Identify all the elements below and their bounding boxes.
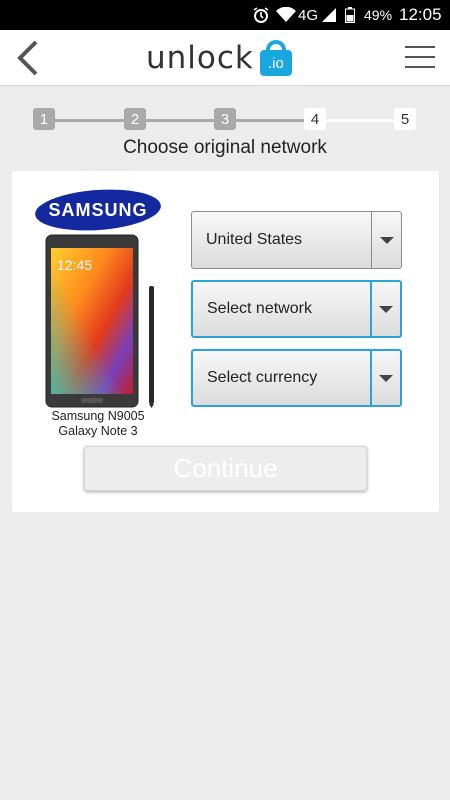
progress-stepper: 1 2 3 4 5 <box>0 108 450 134</box>
dropdown-arrow-icon[interactable] <box>370 351 400 405</box>
phone-screen-time: 12:45 <box>57 257 92 273</box>
network-select[interactable]: Select network <box>191 280 402 338</box>
hamburger-menu-icon[interactable] <box>405 42 439 72</box>
page-title: Choose original network <box>123 137 327 158</box>
phone-image: 12:45 <box>45 234 154 408</box>
battery-percent: 49% <box>364 7 393 23</box>
step-4: 4 <box>304 108 326 130</box>
brand-logo-text: SAMSUNG <box>48 200 147 220</box>
step-1: 1 <box>33 108 55 130</box>
device-model-line1: Samsung N9005 <box>51 409 145 423</box>
step-3: 3 <box>214 108 236 130</box>
network-select-value: Select network <box>207 300 312 317</box>
chevron-left-icon <box>17 40 38 76</box>
device-model-line2: Galaxy Note 3 <box>58 424 138 438</box>
logo-badge: .io <box>267 54 284 72</box>
step-2: 2 <box>124 108 146 130</box>
logo-text: unlock <box>146 40 254 76</box>
device-model-caption: Samsung N9005 Galaxy Note 3 <box>30 409 166 439</box>
signal-icon <box>322 0 336 30</box>
dropdown-arrow-icon[interactable] <box>371 212 401 268</box>
lock-icon: .io <box>258 40 294 76</box>
battery-icon <box>345 0 355 30</box>
unlock-form-card: SAMSUNG 12:45 Samsung N9005 Galaxy Note … <box>12 171 439 512</box>
country-select[interactable]: United States <box>191 211 402 269</box>
samsung-logo: SAMSUNG <box>35 189 161 231</box>
wifi-icon <box>276 0 296 30</box>
status-bar: 4G 49% 12:05 <box>0 0 450 30</box>
step-5: 5 <box>394 108 416 130</box>
clock: 12:05 <box>399 5 442 24</box>
dropdown-arrow-icon[interactable] <box>370 282 400 336</box>
continue-button[interactable]: Continue <box>84 446 367 491</box>
country-select-value: United States <box>206 231 303 248</box>
back-button[interactable] <box>8 36 48 80</box>
network-type-label: 4G <box>298 6 319 24</box>
alarm-icon <box>252 0 270 30</box>
currency-select[interactable]: Select currency <box>191 349 402 407</box>
currency-select-value: Select currency <box>207 369 318 386</box>
unlock-io-logo: unlock .io <box>146 38 294 78</box>
app-header: unlock .io <box>0 30 450 86</box>
